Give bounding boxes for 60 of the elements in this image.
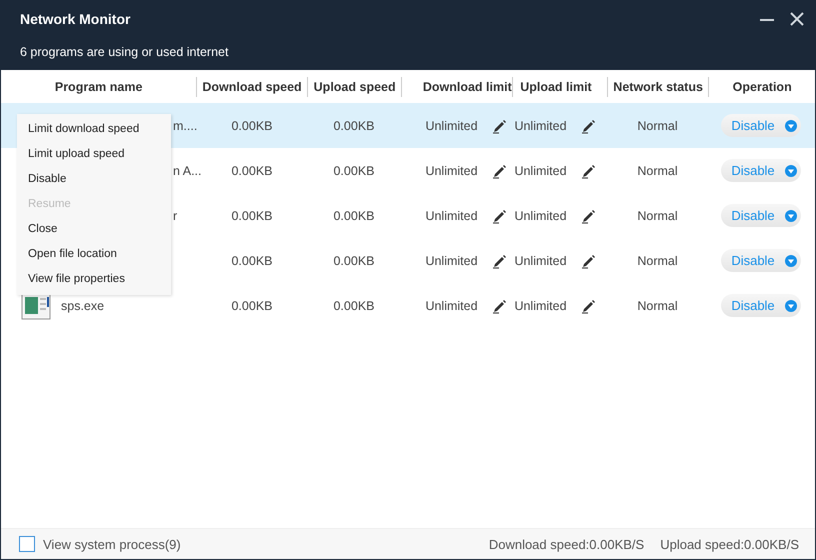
menu-item[interactable]: Limit download speed — [17, 117, 171, 142]
dropdown-icon — [784, 120, 797, 132]
checkbox-label: View system process(9) — [43, 536, 181, 552]
column-header: Operation — [708, 76, 815, 96]
table-cell-text: Normal — [636, 298, 679, 312]
table-cell: Unlimited — [425, 164, 478, 178]
table-cell-text: Normal — [636, 254, 679, 268]
subtitle: 6 programs are using or used internet — [19, 44, 230, 59]
program-name: m.... — [173, 118, 198, 132]
pencil-icon[interactable] — [580, 118, 597, 134]
column-header: Program name — [54, 78, 144, 96]
column-header: Download limit — [401, 76, 512, 96]
table-cell: Unlimited — [514, 298, 567, 312]
pencil-icon[interactable] — [492, 252, 508, 268]
table-cell-text: Normal — [636, 164, 679, 178]
table-cell-text: Normal — [636, 118, 679, 132]
table-cell-text: 0.00KB — [230, 118, 274, 132]
pencil-icon[interactable] — [492, 162, 508, 178]
pencil-icon[interactable] — [492, 208, 508, 224]
table-cell-text: Normal — [636, 208, 679, 222]
close-icon[interactable] — [789, 11, 805, 27]
table-cell-text: 0.00KB — [332, 118, 376, 132]
pencil-icon[interactable] — [580, 252, 597, 268]
column-header: Network status — [606, 76, 708, 96]
dropdown-icon — [784, 300, 797, 312]
menu-item[interactable]: Disable — [17, 167, 171, 192]
download-speed-text: Download speed:0.00KB/S — [488, 536, 644, 552]
table-cell-text: 0.00KB — [230, 254, 274, 268]
program-name: sps.exe — [61, 298, 104, 312]
table-cell-text: 0.00KB — [230, 208, 274, 222]
dropdown-icon — [784, 254, 797, 266]
dropdown-icon — [784, 164, 797, 176]
upload-speed-text: Upload speed:0.00KB/S — [660, 536, 799, 552]
table-cell: Unlimited — [425, 254, 478, 268]
column-header: Upload limit — [512, 76, 607, 96]
table-cell: Unlimited — [514, 118, 567, 132]
program-name: r — [173, 208, 178, 222]
menu-item[interactable]: Open file location — [17, 242, 171, 267]
window-title: Network Monitor — [20, 11, 130, 27]
table-cell: Unlimited — [514, 208, 567, 222]
table-cell: Unlimited — [514, 254, 567, 268]
table-cell-text: 0.00KB — [332, 164, 376, 178]
pencil-icon[interactable] — [492, 118, 508, 134]
pencil-icon[interactable] — [580, 208, 597, 224]
column-header: Download speed — [196, 76, 307, 96]
table-cell-text: 0.00KB — [332, 254, 376, 268]
pencil-icon[interactable] — [492, 298, 508, 314]
table-cell: Unlimited — [425, 298, 478, 312]
checkbox[interactable] — [19, 536, 35, 552]
column-header: Upload speed — [306, 76, 402, 96]
table-cell: Unlimited — [425, 118, 478, 132]
pencil-icon[interactable] — [580, 162, 597, 178]
table-cell-text: 0.00KB — [332, 298, 376, 312]
dropdown-icon — [784, 210, 797, 222]
table-cell-text: 0.00KB — [230, 298, 274, 312]
table-cell: Unlimited — [514, 164, 567, 178]
table-cell-text: 0.00KB — [332, 208, 376, 222]
pencil-icon[interactable] — [580, 298, 597, 314]
program-name: n A... — [173, 164, 202, 178]
table-cell: Unlimited — [425, 208, 478, 222]
